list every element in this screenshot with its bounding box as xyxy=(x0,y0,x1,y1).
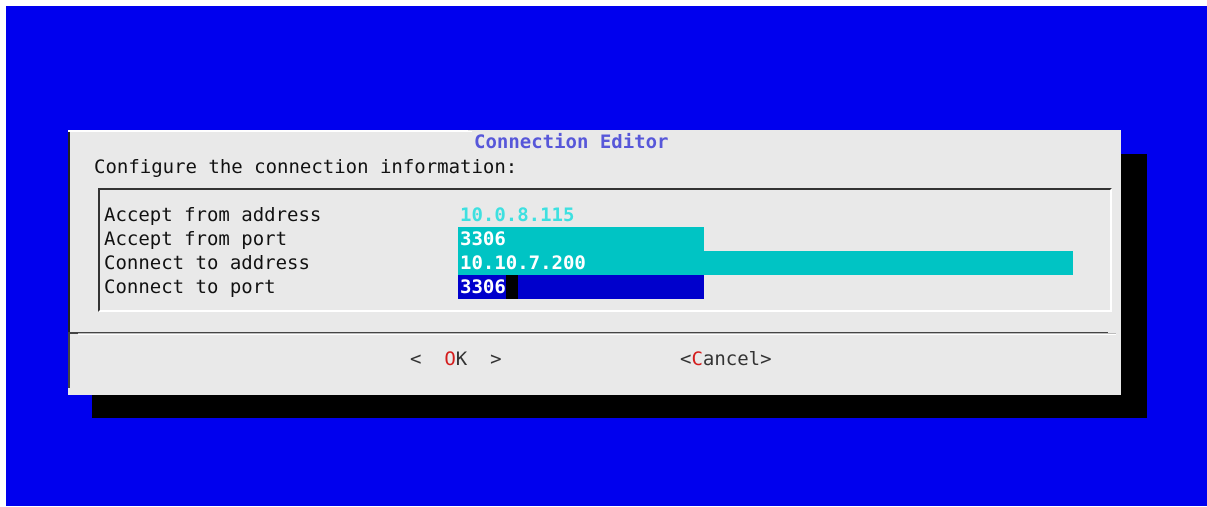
frame-line xyxy=(68,132,70,332)
frame-line xyxy=(68,131,500,132)
frame-line xyxy=(68,334,70,388)
cancel-label-rest: ancel xyxy=(702,348,761,370)
cancel-bracket-right: > xyxy=(760,348,772,370)
connect-to-address-field[interactable]: 10.10.7.200 xyxy=(458,251,1073,275)
ok-button[interactable]: < OK > xyxy=(410,347,502,371)
ok-hotkey: O xyxy=(444,348,456,370)
accept-from-address-label: Accept from address xyxy=(104,204,322,226)
accept-from-port-field[interactable]: 3306 xyxy=(458,227,704,251)
connect-to-port-value: 3306 xyxy=(460,276,506,298)
connect-to-port-field[interactable]: 3306 xyxy=(458,275,704,299)
cancel-hotkey: C xyxy=(691,348,703,370)
ok-bracket-left: < xyxy=(410,348,445,370)
ok-label-rest: K xyxy=(455,348,468,370)
connect-to-address-label: Connect to address xyxy=(104,252,310,274)
button-separator xyxy=(78,334,1116,335)
dialog-title: Connection Editor xyxy=(472,130,671,154)
dialog-prompt: Configure the connection information: xyxy=(94,156,518,178)
accept-from-port-value: 3306 xyxy=(460,228,506,250)
text-cursor xyxy=(505,275,518,299)
ok-bracket-right: > xyxy=(467,348,502,370)
cancel-button[interactable]: <Cancel> xyxy=(680,347,772,371)
connect-to-address-value: 10.10.7.200 xyxy=(460,252,586,274)
cancel-bracket-left: < xyxy=(680,348,692,370)
accept-from-address-field[interactable]: 10.0.8.115 xyxy=(458,203,708,227)
accept-from-port-label: Accept from port xyxy=(104,228,288,250)
accept-from-address-value: 10.0.8.115 xyxy=(460,204,575,226)
connect-to-port-label: Connect to port xyxy=(104,276,276,298)
connection-editor-dialog: Connection Editor Configure the connecti… xyxy=(68,130,1121,395)
